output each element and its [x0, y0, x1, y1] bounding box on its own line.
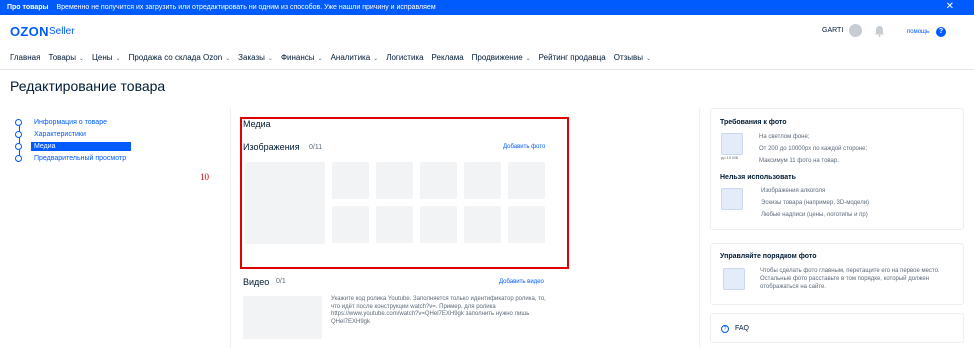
- chevron-down-icon: ⌄: [115, 56, 121, 62]
- nav-item-label: Рейтинг продавца: [538, 53, 606, 62]
- nav-item-label: Цены: [92, 53, 113, 62]
- faq-link[interactable]: FAQ: [735, 325, 749, 332]
- add-photo-link[interactable]: Добавить фото: [503, 144, 545, 150]
- requirement-line: Максимум 11 фото на товар.: [759, 158, 839, 164]
- nav-item[interactable]: Продвижение ⌄: [472, 53, 531, 65]
- forbidden-line: Эскизы товара (например, 3D-модели): [761, 200, 870, 206]
- step-characteristics[interactable]: Характеристики: [34, 131, 86, 138]
- video-count: 0/1: [276, 278, 286, 285]
- order-text: Чтобы сделать фото главным, перетащите е…: [760, 268, 940, 290]
- reorder-example-icon: [723, 268, 745, 290]
- chevron-down-icon: ⌄: [373, 56, 379, 62]
- nav-item[interactable]: Логистика: [386, 53, 423, 65]
- nav-item-label: Логистика: [386, 53, 424, 62]
- order-title: Управляйте порядком фото: [720, 253, 817, 260]
- step-media[interactable]: Медиа: [31, 142, 131, 151]
- image-slot[interactable]: [508, 162, 545, 199]
- add-video-link[interactable]: Добавить видео: [499, 279, 544, 285]
- requirements-title: Требования к фото: [720, 119, 787, 126]
- nav-item-label: Продажа со склада Ozon: [128, 53, 223, 62]
- image-slot[interactable]: [464, 162, 501, 199]
- video-title: Видео: [243, 277, 270, 287]
- nav-item-label: Финансы: [280, 53, 315, 62]
- step-dot: [15, 143, 22, 150]
- page-title: Редактирование товара: [10, 78, 166, 94]
- step-product-info[interactable]: Информация о товаре: [34, 119, 107, 126]
- nav-item[interactable]: Цены ⌄: [92, 53, 121, 65]
- chevron-down-icon: ⌄: [78, 56, 85, 62]
- thumb-caption: до 10 МБ: [721, 155, 739, 160]
- image-slot[interactable]: [332, 206, 369, 243]
- help-icon[interactable]: ?: [936, 27, 946, 37]
- help-link[interactable]: помощь: [907, 29, 929, 35]
- question-icon: ?: [721, 325, 729, 333]
- chevron-down-icon: ⌄: [267, 56, 273, 62]
- forbidden-line: Изображения алкоголя: [761, 188, 826, 194]
- image-slot[interactable]: [464, 206, 501, 243]
- requirement-line: От 200 до 10000px по каждой стороне;: [759, 146, 868, 152]
- nav-item[interactable]: Финансы ⌄: [281, 53, 323, 65]
- video-slot[interactable]: [243, 296, 322, 339]
- chevron-down-icon: ⌄: [646, 56, 652, 62]
- annotation-number: 10: [200, 172, 209, 182]
- avatar[interactable]: [849, 24, 862, 37]
- images-title: Изображения: [243, 142, 300, 152]
- images-count: 0/11: [309, 144, 323, 151]
- nav-item-label: Отзывы: [613, 53, 644, 62]
- user-name[interactable]: GARTI: [822, 27, 843, 34]
- main-image-slot[interactable]: [245, 162, 325, 244]
- nav-item[interactable]: Отзывы ⌄: [614, 53, 651, 65]
- step-dot: [15, 155, 22, 162]
- nav-item[interactable]: Продажа со склада Ozon ⌄: [129, 53, 231, 65]
- chevron-down-icon: ⌄: [225, 56, 231, 62]
- nav-item[interactable]: Главная: [10, 53, 40, 65]
- chevron-down-icon: ⌄: [317, 56, 323, 62]
- image-slot[interactable]: [508, 206, 545, 243]
- requirement-line: На светлом фоне;: [759, 134, 810, 140]
- nav-item-label: Товары: [48, 53, 76, 62]
- step-dot: [15, 131, 22, 138]
- bell-icon[interactable]: [874, 25, 885, 37]
- nav-item-label: Реклама: [431, 53, 464, 62]
- nav-item-label: Главная: [10, 53, 41, 62]
- seller-logo-text: Seller: [49, 26, 75, 37]
- main-nav: Главная Товары ⌄ Цены ⌄ Продажа со склада Ozo…: [10, 53, 659, 65]
- nav-item[interactable]: Реклама: [432, 53, 464, 65]
- nav-item[interactable]: Товары ⌄: [48, 53, 84, 65]
- step-preview[interactable]: Предварительный просмотр: [34, 155, 126, 162]
- banner-label: Про товары: [7, 4, 49, 11]
- image-slot[interactable]: [376, 206, 413, 243]
- forbidden-example-icon: [721, 188, 743, 210]
- nav-divider: [0, 69, 974, 70]
- media-title: Медиа: [243, 119, 271, 129]
- nav-item-label: Продвижение: [471, 53, 523, 62]
- image-slot[interactable]: [332, 162, 369, 199]
- nav-item[interactable]: Заказы ⌄: [238, 53, 273, 65]
- step-dot: [15, 119, 22, 126]
- video-hint: Укажите код ролика Youtube. Заполняется …: [331, 296, 546, 325]
- chevron-down-icon: ⌄: [525, 56, 531, 62]
- nav-item-label: Аналитика: [330, 53, 371, 62]
- nav-item[interactable]: Рейтинг продавца: [539, 53, 606, 65]
- forbidden-line: Любые надписи (цены, логотипы и пр): [761, 212, 868, 218]
- steps-line: [19, 122, 20, 159]
- forbidden-title: Нельзя использовать: [720, 174, 796, 181]
- photo-example-icon: [721, 133, 743, 155]
- nav-item[interactable]: Аналитика ⌄: [331, 53, 379, 65]
- banner-message: Временно не получится их загрузить или о…: [56, 4, 436, 11]
- image-slot[interactable]: [420, 206, 457, 243]
- close-icon[interactable]: ✕: [946, 1, 954, 12]
- notification-banner: Про товары Временно не получится их загр…: [0, 0, 974, 15]
- image-slot[interactable]: [376, 162, 413, 199]
- image-slot[interactable]: [420, 162, 457, 199]
- ozon-logo[interactable]: OZON: [10, 24, 49, 39]
- nav-item-label: Заказы: [238, 53, 265, 62]
